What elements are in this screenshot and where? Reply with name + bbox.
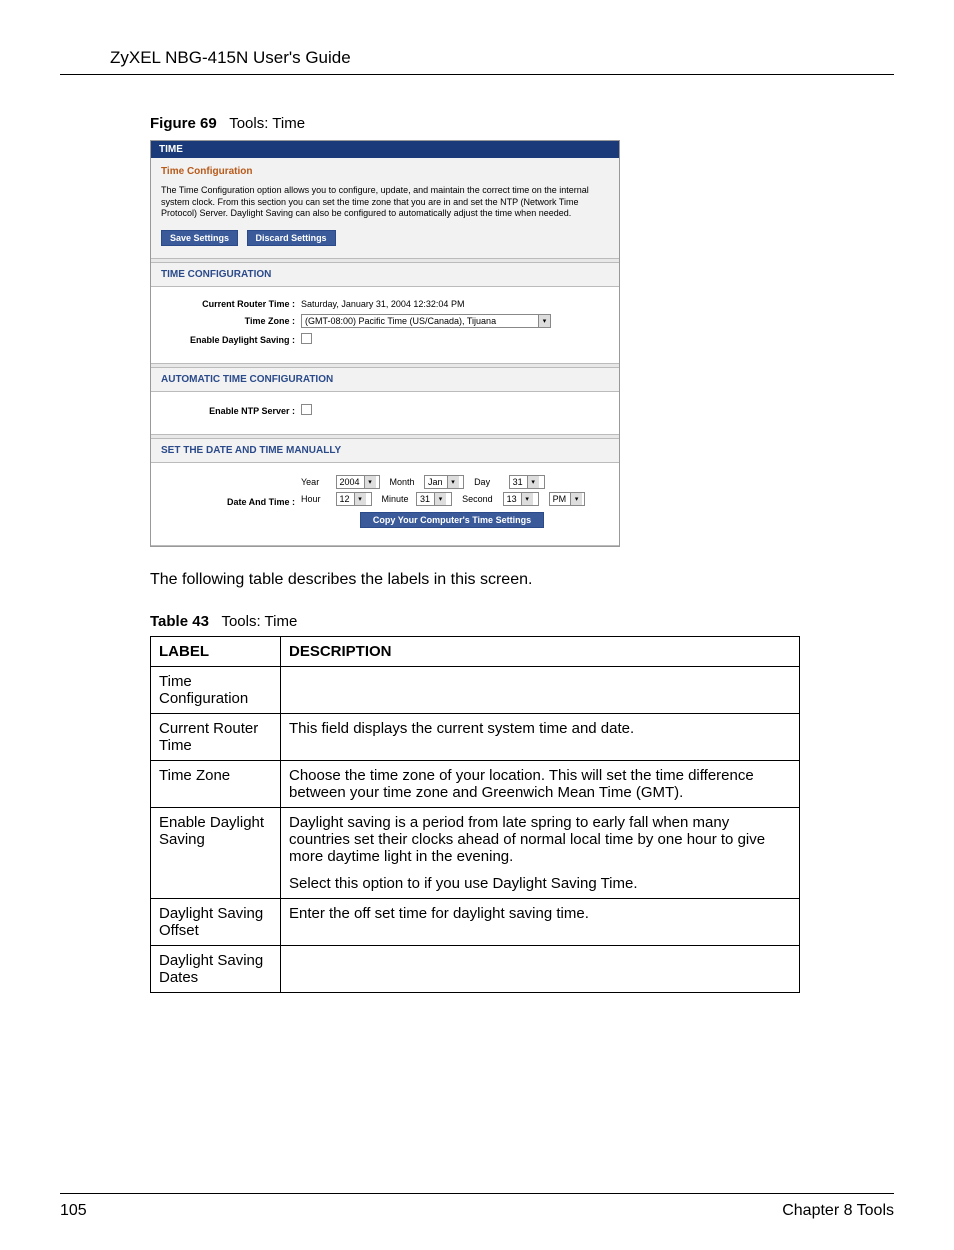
timezone-select[interactable]: (GMT-08:00) Pacific Time (US/Canada), Ti… — [301, 314, 551, 328]
section-auto-time: AUTOMATIC TIME CONFIGURATION — [151, 368, 619, 392]
table-row: Enable Daylight SavingDaylight saving is… — [151, 808, 800, 899]
description-table: LABEL DESCRIPTION Time ConfigurationCurr… — [150, 636, 800, 993]
second-label: Second — [462, 494, 500, 504]
minute-label: Minute — [382, 494, 414, 504]
table-cell-label: Time Zone — [151, 761, 281, 808]
page-number: 105 — [60, 1202, 87, 1220]
body-paragraph: The following table describes the labels… — [150, 571, 894, 589]
chevron-down-icon: ▾ — [527, 476, 539, 488]
section-time-config: TIME CONFIGURATION — [151, 263, 619, 287]
chevron-down-icon: ▾ — [447, 476, 459, 488]
chevron-down-icon: ▾ — [434, 493, 446, 505]
table-row: Time Configuration — [151, 667, 800, 714]
table-cell-label: Enable Daylight Saving — [151, 808, 281, 899]
time-config-desc: The Time Configuration option allows you… — [161, 185, 609, 220]
window-titlebar: TIME — [151, 141, 619, 158]
day-label: Day — [474, 477, 506, 487]
month-label: Month — [390, 477, 422, 487]
table-cell-description: Enter the off set time for daylight savi… — [281, 899, 800, 946]
chevron-down-icon: ▾ — [354, 493, 366, 505]
table-cell-label: Current Router Time — [151, 714, 281, 761]
enable-ntp-label: Enable NTP Server : — [161, 406, 301, 416]
timezone-label: Time Zone : — [161, 316, 301, 326]
table-cell-description — [281, 667, 800, 714]
table-num: Table 43 — [150, 613, 209, 630]
hour-label: Hour — [301, 494, 333, 504]
time-config-subhead: Time Configuration — [161, 166, 609, 177]
chevron-down-icon: ▾ — [521, 493, 533, 505]
enable-dst-label: Enable Daylight Saving : — [161, 335, 301, 345]
table-cell-label: Daylight Saving Dates — [151, 946, 281, 993]
table-cell-description: Choose the time zone of your location. T… — [281, 761, 800, 808]
figure-caption: Figure 69 Tools: Time — [150, 115, 894, 132]
hour-select[interactable]: 12▾ — [336, 492, 372, 506]
second-select[interactable]: 13▾ — [503, 492, 539, 506]
table-cell-label: Time Configuration — [151, 667, 281, 714]
table-title: Tools: Time — [221, 613, 297, 630]
discard-settings-button[interactable]: Discard Settings — [247, 230, 336, 246]
day-select[interactable]: 31▾ — [509, 475, 545, 489]
current-router-time-label: Current Router Time : — [161, 299, 301, 309]
table-row: Daylight Saving OffsetEnter the off set … — [151, 899, 800, 946]
year-select[interactable]: 2004▾ — [336, 475, 380, 489]
table-cell-description — [281, 946, 800, 993]
enable-ntp-checkbox[interactable] — [301, 404, 312, 415]
section-manual-time: SET THE DATE AND TIME MANUALLY — [151, 439, 619, 463]
month-select[interactable]: Jan▾ — [424, 475, 464, 489]
screenshot-time-tool: TIME Time Configuration The Time Configu… — [150, 140, 620, 547]
table-cell-description: This field displays the current system t… — [281, 714, 800, 761]
minute-select[interactable]: 31▾ — [416, 492, 452, 506]
page-header: ZyXEL NBG-415N User's Guide — [60, 48, 894, 75]
ampm-select[interactable]: PM▾ — [549, 492, 585, 506]
table-cell-description: Daylight saving is a period from late sp… — [281, 808, 800, 899]
timezone-select-value: (GMT-08:00) Pacific Time (US/Canada), Ti… — [305, 316, 534, 326]
table-cell-label: Daylight Saving Offset — [151, 899, 281, 946]
enable-dst-checkbox[interactable] — [301, 333, 312, 344]
figure-title: Tools: Time — [229, 115, 305, 132]
table-caption: Table 43 Tools: Time — [150, 613, 894, 630]
table-row: Daylight Saving Dates — [151, 946, 800, 993]
table-header-description: DESCRIPTION — [281, 637, 800, 667]
chevron-down-icon: ▾ — [538, 315, 550, 327]
chevron-down-icon: ▾ — [570, 493, 582, 505]
year-label: Year — [301, 477, 333, 487]
chapter-label: Chapter 8 Tools — [782, 1202, 894, 1220]
copy-computer-time-button[interactable]: Copy Your Computer's Time Settings — [360, 512, 544, 528]
save-settings-button[interactable]: Save Settings — [161, 230, 238, 246]
date-time-label: Date And Time : — [161, 497, 301, 507]
table-header-label: LABEL — [151, 637, 281, 667]
header-title: ZyXEL NBG-415N User's Guide — [110, 48, 894, 68]
current-router-time-value: Saturday, January 31, 2004 12:32:04 PM — [301, 299, 609, 309]
figure-num: Figure 69 — [150, 115, 217, 132]
table-row: Current Router TimeThis field displays t… — [151, 714, 800, 761]
page-footer: 105 Chapter 8 Tools — [60, 1193, 894, 1220]
chevron-down-icon: ▾ — [364, 476, 376, 488]
table-row: Time ZoneChoose the time zone of your lo… — [151, 761, 800, 808]
